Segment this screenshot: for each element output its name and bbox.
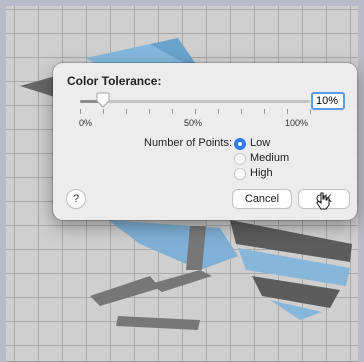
tick-label-min: 0% <box>79 118 93 128</box>
mouse-cursor-icon <box>316 192 330 210</box>
radio-medium-label[interactable]: Medium <box>250 152 289 164</box>
tolerance-percent-input[interactable]: 10% <box>311 92 345 110</box>
slider-tick <box>172 109 173 114</box>
slider-tick <box>310 109 311 114</box>
slider-tick <box>264 109 265 114</box>
radio-medium[interactable] <box>234 153 246 165</box>
tolerance-slider-thumb[interactable] <box>96 92 110 108</box>
tick-label-max: 100% <box>285 118 309 128</box>
radio-low[interactable] <box>234 138 246 150</box>
slider-tick <box>149 109 150 114</box>
slider-tick <box>195 109 196 114</box>
slider-tick <box>80 109 81 114</box>
slider-tick <box>287 109 288 114</box>
slider-tick <box>103 109 104 114</box>
slider-tick <box>241 109 242 114</box>
cancel-button[interactable]: Cancel <box>233 190 291 208</box>
number-of-points-label: Number of Points: <box>144 137 233 149</box>
radio-high[interactable] <box>234 168 246 180</box>
help-button[interactable]: ? <box>67 190 85 208</box>
slider-tick <box>218 109 219 114</box>
tolerance-slider-track[interactable] <box>80 100 310 103</box>
color-tolerance-dialog: Color Tolerance: 0% 50% 100% 10% Number … <box>53 63 357 220</box>
slider-tick <box>126 109 127 114</box>
radio-high-label[interactable]: High <box>250 167 273 179</box>
radio-low-label[interactable]: Low <box>250 137 270 149</box>
tick-label-mid: 50% <box>184 118 203 128</box>
dialog-title: Color Tolerance: <box>67 74 162 88</box>
